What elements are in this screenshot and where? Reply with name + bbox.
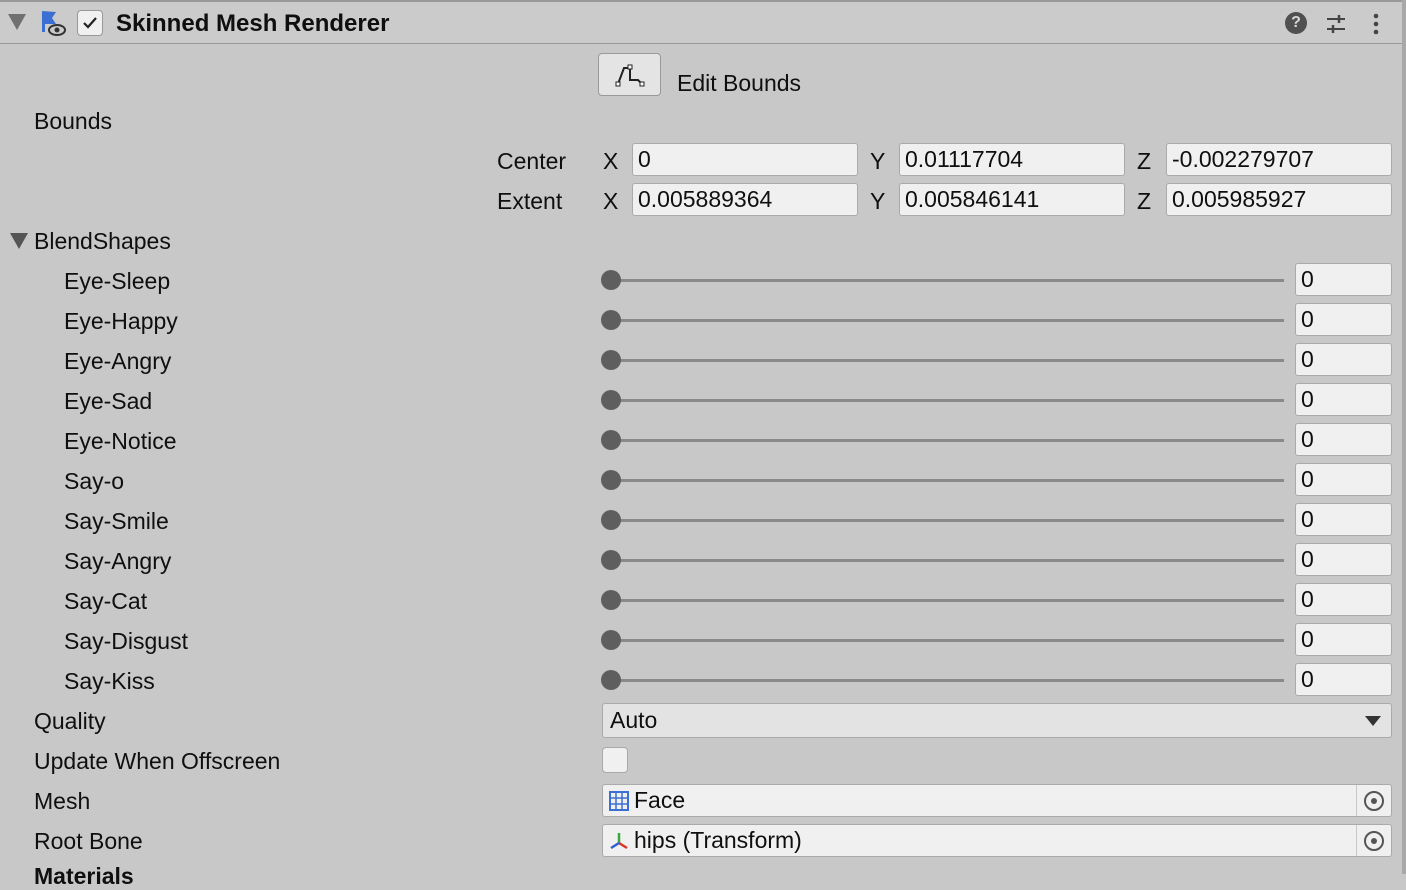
blendshape-value-field[interactable]: 0 xyxy=(1295,343,1392,376)
blendshape-label: Eye-Sleep xyxy=(64,268,171,294)
quality-dropdown[interactable]: Auto xyxy=(602,703,1392,738)
extent-y-axis-label: Y xyxy=(870,188,886,214)
extent-label: Extent xyxy=(497,188,563,214)
object-picker-icon xyxy=(1364,831,1384,851)
blendshape-slider-knob[interactable] xyxy=(601,470,621,490)
blendshape-value-field[interactable]: 0 xyxy=(1295,503,1392,536)
edit-bounds-button[interactable] xyxy=(598,53,661,96)
mesh-value: Face xyxy=(634,787,686,813)
blendshape-slider-knob[interactable] xyxy=(601,270,621,290)
materials-label[interactable]: Materials xyxy=(34,862,134,890)
blendshapes-label[interactable]: BlendShapes xyxy=(34,227,171,255)
center-z-axis-label: Z xyxy=(1137,148,1152,174)
blendshape-label: Eye-Sad xyxy=(64,388,153,414)
blendshape-value-field[interactable]: 0 xyxy=(1295,623,1392,656)
blendshape-value-field[interactable]: 0 xyxy=(1295,263,1392,296)
blendshape-value-field[interactable]: 0 xyxy=(1295,463,1392,496)
blendshape-label: Say-Smile xyxy=(64,508,169,534)
blendshape-value-field[interactable]: 0 xyxy=(1295,543,1392,576)
blendshape-slider-track[interactable] xyxy=(611,399,1284,402)
center-y-axis-label: Y xyxy=(870,148,886,174)
blendshape-slider-track[interactable] xyxy=(611,599,1284,602)
blendshape-slider-track[interactable] xyxy=(611,559,1284,562)
blendshape-slider-knob[interactable] xyxy=(601,550,621,570)
center-y-field[interactable]: 0.01117704 xyxy=(899,143,1125,176)
presets-icon[interactable] xyxy=(1324,12,1348,36)
blendshape-slider-track[interactable] xyxy=(611,279,1284,282)
update-when-offscreen-label: Update When Offscreen xyxy=(34,748,281,774)
blendshape-value-field[interactable]: 0 xyxy=(1295,383,1392,416)
blendshape-value-field[interactable]: 0 xyxy=(1295,303,1392,336)
scrollbar-edge xyxy=(1402,0,1406,874)
center-z-field[interactable]: -0.002279707 xyxy=(1166,143,1392,176)
center-x-field[interactable]: 0 xyxy=(632,143,858,176)
extent-z-field[interactable]: 0.005985927 xyxy=(1166,183,1392,216)
blendshape-label: Say-o xyxy=(64,468,125,494)
component-icon xyxy=(42,11,66,36)
update-when-offscreen-checkbox[interactable] xyxy=(602,747,628,773)
blendshape-value-field[interactable]: 0 xyxy=(1295,583,1392,616)
quality-value: Auto xyxy=(610,707,658,733)
bounds-label: Bounds xyxy=(34,108,113,134)
root-bone-picker-button[interactable] xyxy=(1356,825,1391,856)
extent-z-axis-label: Z xyxy=(1137,188,1152,214)
blendshape-label: Say-Cat xyxy=(64,588,148,614)
blendshape-slider-knob[interactable] xyxy=(601,670,621,690)
quality-label: Quality xyxy=(34,708,106,734)
blendshape-slider-knob[interactable] xyxy=(601,430,621,450)
blendshapes-fold-arrow-icon[interactable] xyxy=(10,233,28,249)
fold-arrow-icon[interactable] xyxy=(8,14,26,30)
blendshape-label: Say-Kiss xyxy=(64,668,155,694)
center-label: Center xyxy=(497,148,567,174)
mesh-icon xyxy=(609,791,629,811)
mesh-object-field[interactable]: Face xyxy=(602,784,1392,817)
edit-bounds-icon xyxy=(615,64,645,87)
blendshape-slider-track[interactable] xyxy=(611,519,1284,522)
blendshape-label: Eye-Notice xyxy=(64,428,177,454)
edit-bounds-label: Edit Bounds xyxy=(677,70,802,96)
blendshape-label: Eye-Angry xyxy=(64,348,172,374)
blendshape-slider-knob[interactable] xyxy=(601,350,621,370)
help-icon[interactable]: ? xyxy=(1285,12,1307,34)
blendshape-slider-knob[interactable] xyxy=(601,590,621,610)
blendshape-slider-track[interactable] xyxy=(611,679,1284,682)
checkmark-icon xyxy=(83,17,97,29)
extent-x-field[interactable]: 0.005889364 xyxy=(632,183,858,216)
blendshape-slider-knob[interactable] xyxy=(601,310,621,330)
component-header: Skinned Mesh Renderer ? xyxy=(0,0,1406,44)
enabled-checkbox[interactable] xyxy=(77,10,103,36)
transform-icon xyxy=(610,833,628,850)
component-title: Skinned Mesh Renderer xyxy=(116,10,390,37)
blendshape-slider-knob[interactable] xyxy=(601,510,621,530)
extent-y-field[interactable]: 0.005846141 xyxy=(899,183,1125,216)
root-bone-object-field[interactable]: hips (Transform) xyxy=(602,824,1392,857)
blendshape-value-field[interactable]: 0 xyxy=(1295,423,1392,456)
blendshape-label: Say-Angry xyxy=(64,548,172,574)
extent-x-axis-label: X xyxy=(603,188,619,214)
dropdown-arrow-icon xyxy=(1365,716,1381,726)
mesh-picker-button[interactable] xyxy=(1356,785,1391,816)
blendshape-value-field[interactable]: 0 xyxy=(1295,663,1392,696)
center-x-axis-label: X xyxy=(603,148,619,174)
blendshape-slider-knob[interactable] xyxy=(601,630,621,650)
blendshape-slider-track[interactable] xyxy=(611,439,1284,442)
root-bone-value: hips (Transform) xyxy=(634,827,802,853)
blendshape-slider-knob[interactable] xyxy=(601,390,621,410)
blendshape-slider-track[interactable] xyxy=(611,479,1284,482)
mesh-label: Mesh xyxy=(34,788,91,814)
blendshape-label: Eye-Happy xyxy=(64,308,178,334)
more-icon[interactable] xyxy=(1366,12,1386,36)
blendshape-slider-track[interactable] xyxy=(611,359,1284,362)
blendshape-slider-track[interactable] xyxy=(611,319,1284,322)
object-picker-icon xyxy=(1364,791,1384,811)
root-bone-label: Root Bone xyxy=(34,828,143,854)
blendshape-slider-track[interactable] xyxy=(611,639,1284,642)
blendshape-label: Say-Disgust xyxy=(64,628,188,654)
